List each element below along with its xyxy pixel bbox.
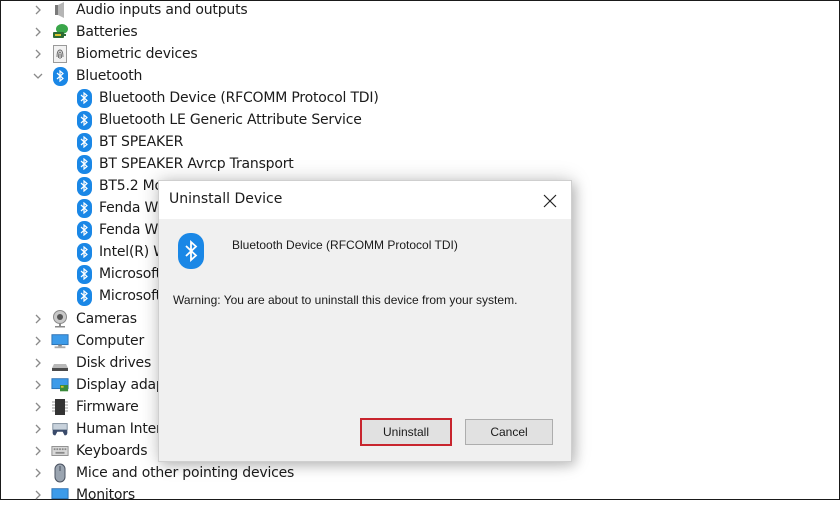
tree-item-label: Fenda W8 xyxy=(99,200,167,216)
bluetooth-icon xyxy=(75,88,93,108)
tree-item-label: Human Interf xyxy=(76,421,167,437)
tree-item-firmware[interactable]: Firmware xyxy=(31,396,139,418)
battery-icon xyxy=(51,23,69,41)
monitor-icon xyxy=(51,486,69,504)
chevron-down-icon[interactable] xyxy=(31,69,45,83)
chevron-right-icon[interactable] xyxy=(31,422,45,436)
tree-item-audio-inputs[interactable]: Audio inputs and outputs xyxy=(31,0,248,21)
cancel-button[interactable]: Cancel xyxy=(465,419,553,445)
tree-item-label: Computer xyxy=(76,333,144,349)
keyboard-icon xyxy=(51,442,69,460)
bluetooth-icon xyxy=(75,198,93,218)
tree-item-label: Disk drives xyxy=(76,355,152,371)
tree-child-bluetooth-device[interactable]: Bluetooth Device (RFCOMM Protocol TDI) xyxy=(75,87,379,109)
chevron-right-icon[interactable] xyxy=(31,356,45,370)
bluetooth-icon xyxy=(75,220,93,240)
bluetooth-icon xyxy=(51,66,69,86)
tree-item-batteries[interactable]: Batteries xyxy=(31,21,138,43)
tree-item-computer[interactable]: Computer xyxy=(31,330,144,352)
warning-text: Warning: You are about to uninstall this… xyxy=(173,293,518,307)
tree-item-label: Bluetooth Device (RFCOMM Protocol TDI) xyxy=(99,90,379,106)
display-adapter-icon xyxy=(51,376,69,394)
tree-item-mice[interactable]: Mice and other pointing devices xyxy=(31,462,294,484)
chevron-right-icon[interactable] xyxy=(31,444,45,458)
device-manager-window: Audio inputs and outputs Batteries Biome… xyxy=(0,0,840,503)
tree-item-label: BT SPEAKER xyxy=(99,134,184,150)
mouse-icon xyxy=(51,463,69,483)
tree-item-label: BT SPEAKER Avrcp Transport xyxy=(99,156,294,172)
tree-child-bluetooth-device[interactable]: BT SPEAKER xyxy=(75,131,183,153)
tree-item-label: Firmware xyxy=(76,399,139,415)
tree-item-display-adapters[interactable]: Display adap xyxy=(31,374,165,396)
tree-item-label: Microsoft xyxy=(99,266,161,282)
uninstall-device-dialog: Uninstall Device Bluetooth Device (RFCOM… xyxy=(158,180,572,462)
tree-item-bluetooth[interactable]: Bluetooth xyxy=(31,65,142,87)
bluetooth-icon xyxy=(178,233,204,269)
chevron-right-icon[interactable] xyxy=(31,47,45,61)
speaker-icon xyxy=(51,1,69,19)
chevron-right-icon[interactable] xyxy=(31,25,45,39)
bluetooth-icon xyxy=(75,154,93,174)
tree-item-label: Microsoft xyxy=(99,288,161,304)
chevron-right-icon[interactable] xyxy=(31,334,45,348)
tree-item-label: Bluetooth xyxy=(76,68,143,84)
tree-item-keyboards[interactable]: Keyboards xyxy=(31,440,148,462)
tree-child-bluetooth-device[interactable]: Fenda W8 xyxy=(75,197,167,219)
chevron-right-icon[interactable] xyxy=(31,378,45,392)
camera-icon xyxy=(51,310,69,328)
bluetooth-icon xyxy=(75,176,93,196)
tree-child-bluetooth-device[interactable]: Bluetooth LE Generic Attribute Service xyxy=(75,109,362,131)
tree-item-label: Audio inputs and outputs xyxy=(76,2,248,18)
tree-child-bluetooth-device[interactable]: BT5.2 Mo xyxy=(75,175,163,197)
tree-item-label: Cameras xyxy=(76,311,137,327)
fingerprint-icon xyxy=(51,45,69,63)
tree-child-bluetooth-device[interactable]: Microsoft xyxy=(75,263,161,285)
disk-drive-icon xyxy=(51,354,69,372)
bluetooth-icon xyxy=(75,242,93,262)
tree-child-bluetooth-device[interactable]: Intel(R) W xyxy=(75,241,167,263)
bluetooth-icon xyxy=(75,132,93,152)
bluetooth-icon xyxy=(75,264,93,284)
tree-item-disk-drives[interactable]: Disk drives xyxy=(31,352,151,374)
chevron-right-icon[interactable] xyxy=(31,312,45,326)
chevron-right-icon[interactable] xyxy=(31,466,45,480)
tree-item-monitors[interactable]: Monitors xyxy=(31,484,135,506)
tree-child-bluetooth-device[interactable]: Microsoft xyxy=(75,285,161,307)
tree-item-label: Monitors xyxy=(76,487,135,503)
bluetooth-icon xyxy=(75,110,93,130)
dialog-title: Uninstall Device xyxy=(169,191,283,207)
tree-item-label: Biometric devices xyxy=(76,46,198,62)
human-interface-icon xyxy=(51,420,69,438)
tree-item-label: Mice and other pointing devices xyxy=(76,465,295,481)
tree-item-biometric-devices[interactable]: Biometric devices xyxy=(31,43,198,65)
tree-item-label: Intel(R) W xyxy=(99,244,167,260)
tree-child-bluetooth-device[interactable]: Fenda W8 xyxy=(75,219,167,241)
firmware-chip-icon xyxy=(51,398,69,416)
chevron-right-icon[interactable] xyxy=(31,3,45,17)
tree-item-label: Bluetooth LE Generic Attribute Service xyxy=(99,112,362,128)
tree-item-cameras[interactable]: Cameras xyxy=(31,308,137,330)
computer-icon xyxy=(51,332,69,350)
tree-item-label: Display adap xyxy=(76,377,165,393)
bluetooth-icon xyxy=(75,286,93,306)
chevron-right-icon[interactable] xyxy=(31,400,45,414)
tree-item-label: BT5.2 Mo xyxy=(99,178,163,194)
tree-item-label: Keyboards xyxy=(76,443,148,459)
uninstall-button[interactable]: Uninstall xyxy=(360,418,452,446)
tree-item-label: Batteries xyxy=(76,24,138,40)
close-icon xyxy=(543,194,557,208)
tree-item-human-interface[interactable]: Human Interf xyxy=(31,418,167,440)
close-button[interactable] xyxy=(539,190,561,212)
tree-child-bluetooth-device[interactable]: BT SPEAKER Avrcp Transport xyxy=(75,153,294,175)
dialog-title-bar: Uninstall Device xyxy=(159,181,571,219)
device-name: Bluetooth Device (RFCOMM Protocol TDI) xyxy=(232,238,458,252)
tree-item-label: Fenda W8 xyxy=(99,222,167,238)
